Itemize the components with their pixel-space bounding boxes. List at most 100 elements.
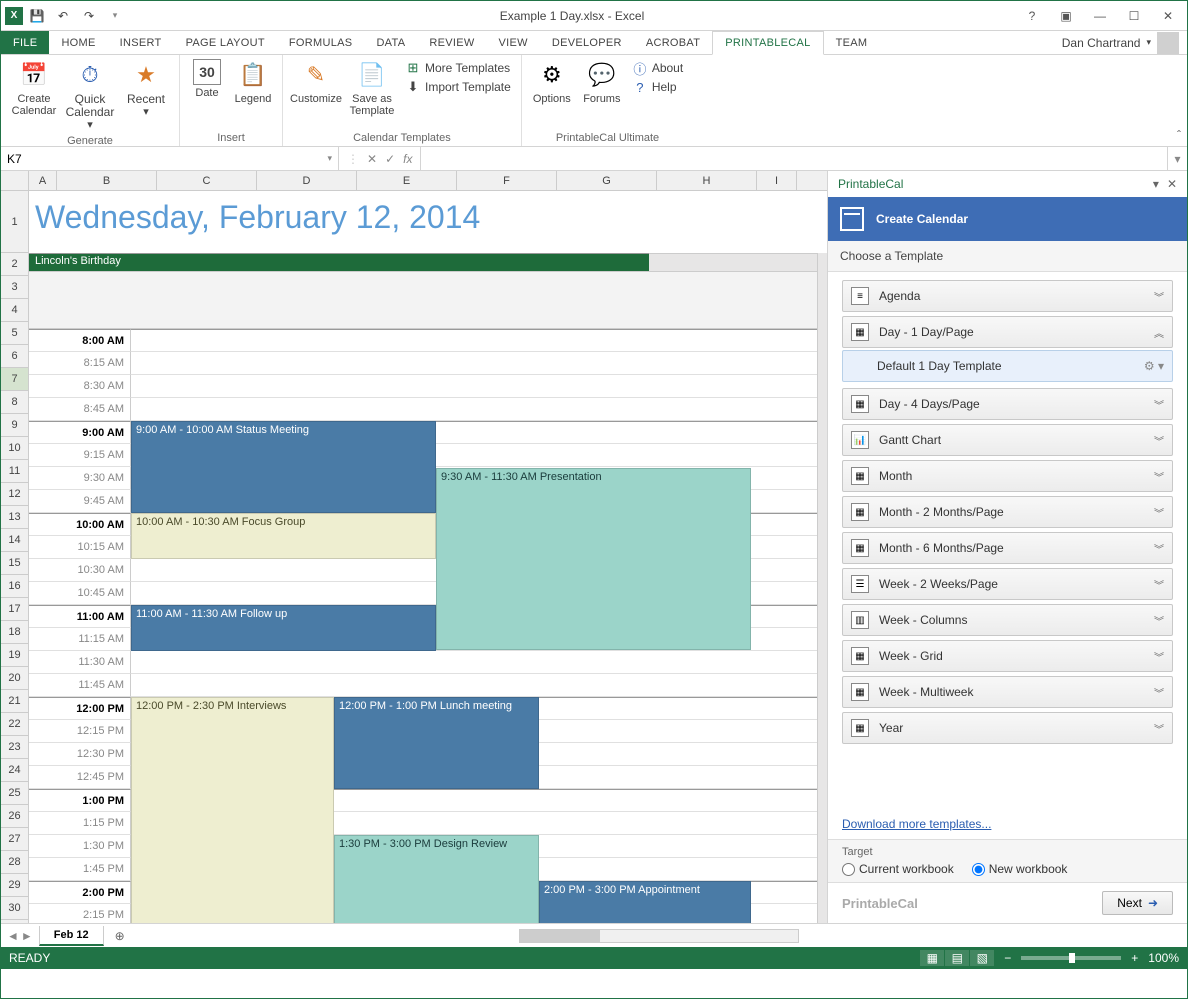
template-item[interactable]: ▥Week - Columns︾: [842, 604, 1173, 636]
grip-icon[interactable]: ⋮: [347, 152, 359, 166]
row-header[interactable]: 31: [1, 920, 28, 923]
tab-data[interactable]: DATA: [364, 31, 417, 54]
calendar-event[interactable]: 10:00 AM - 10:30 AM Focus Group: [131, 513, 436, 559]
row-header[interactable]: 20: [1, 667, 28, 690]
worksheet[interactable]: ABCDEFGHI 123456789101112131415161718192…: [1, 171, 827, 923]
create-calendar-button[interactable]: 📅Create Calendar: [7, 57, 61, 119]
zoom-slider[interactable]: [1021, 956, 1121, 960]
gear-icon[interactable]: ⚙ ▾: [1144, 359, 1164, 373]
target-new-radio[interactable]: New workbook: [972, 862, 1068, 876]
row-header[interactable]: 29: [1, 874, 28, 897]
collapse-ribbon-icon[interactable]: ˆ: [1177, 128, 1181, 142]
tab-insert[interactable]: INSERT: [108, 31, 174, 54]
customize-button[interactable]: ✎Customize: [289, 57, 343, 107]
legend-button[interactable]: 📋Legend: [230, 57, 276, 107]
col-header[interactable]: D: [257, 171, 357, 190]
col-header[interactable]: A: [29, 171, 57, 190]
tab-home[interactable]: HOME: [49, 31, 107, 54]
recent-button[interactable]: ★Recent▾: [119, 57, 173, 120]
template-item[interactable]: ▦Week - Grid︾: [842, 640, 1173, 672]
row-header[interactable]: 26: [1, 805, 28, 828]
save-as-template-button[interactable]: 📄Save as Template: [345, 57, 399, 119]
qat-dropdown-icon[interactable]: ▾: [103, 4, 127, 28]
row-header[interactable]: 30: [1, 897, 28, 920]
download-templates-link[interactable]: Download more templates...: [828, 809, 1187, 839]
row-header[interactable]: 13: [1, 506, 28, 529]
fx-icon[interactable]: fx: [403, 152, 412, 166]
calendar-event[interactable]: 12:00 PM - 2:30 PM Interviews: [131, 697, 334, 923]
next-button[interactable]: Next➜: [1102, 891, 1173, 915]
tab-view[interactable]: VIEW: [487, 31, 540, 54]
calendar-event[interactable]: 9:30 AM - 11:30 AM Presentation: [436, 468, 751, 650]
calendar-event[interactable]: 1:30 PM - 3:00 PM Design Review: [334, 835, 539, 923]
row-header[interactable]: 24: [1, 759, 28, 782]
template-item[interactable]: ▦Week - Multiweek︾: [842, 676, 1173, 708]
row-header[interactable]: 15: [1, 552, 28, 575]
formula-input[interactable]: [421, 147, 1167, 170]
minimize-icon[interactable]: —: [1085, 4, 1115, 28]
pane-close-icon[interactable]: ✕: [1167, 177, 1177, 191]
row-header[interactable]: 10: [1, 437, 28, 460]
row-header[interactable]: 16: [1, 575, 28, 598]
tab-review[interactable]: REVIEW: [417, 31, 486, 54]
ribbon-display-icon[interactable]: ▣: [1051, 4, 1081, 28]
calendar-event[interactable]: 12:00 PM - 1:00 PM Lunch meeting: [334, 697, 539, 789]
horizontal-scrollbar[interactable]: [519, 929, 799, 943]
row-header[interactable]: 27: [1, 828, 28, 851]
page-break-view-icon[interactable]: ▧: [970, 950, 994, 966]
tab-team[interactable]: TEAM: [824, 31, 880, 54]
maximize-icon[interactable]: ☐: [1119, 4, 1149, 28]
col-header[interactable]: I: [757, 171, 797, 190]
tab-acrobat[interactable]: ACROBAT: [634, 31, 712, 54]
zoom-level[interactable]: 100%: [1148, 951, 1179, 965]
name-box[interactable]: ▾: [1, 147, 339, 170]
close-icon[interactable]: ✕: [1153, 4, 1183, 28]
help-icon[interactable]: ?: [1017, 4, 1047, 28]
user-name[interactable]: Dan Chartrand: [1062, 36, 1141, 50]
col-header[interactable]: B: [57, 171, 157, 190]
help-button[interactable]: ?Help: [628, 78, 687, 96]
accept-formula-icon[interactable]: ✓: [385, 152, 395, 166]
template-sub-item[interactable]: Default 1 Day Template⚙ ▾: [842, 350, 1173, 382]
zoom-in-icon[interactable]: +: [1131, 951, 1138, 965]
row-header[interactable]: 28: [1, 851, 28, 874]
row-header[interactable]: 25: [1, 782, 28, 805]
col-header[interactable]: H: [657, 171, 757, 190]
calendar-event[interactable]: 11:00 AM - 11:30 AM Follow up: [131, 605, 436, 651]
tab-printablecal[interactable]: PRINTABLECAL: [712, 31, 823, 55]
template-item[interactable]: ▦Day - 4 Days/Page︾: [842, 388, 1173, 420]
row-header[interactable]: 21: [1, 690, 28, 713]
add-sheet-icon[interactable]: ⊕: [108, 926, 132, 946]
template-item[interactable]: ☰Week - 2 Weeks/Page︾: [842, 568, 1173, 600]
row-header[interactable]: 11: [1, 460, 28, 483]
template-item[interactable]: ▦Month - 6 Months/Page︾: [842, 532, 1173, 564]
row-header[interactable]: 6: [1, 345, 28, 368]
row-header[interactable]: 9: [1, 414, 28, 437]
options-button[interactable]: ⚙Options: [528, 57, 576, 107]
row-header[interactable]: 17: [1, 598, 28, 621]
tab-file[interactable]: FILE: [1, 31, 49, 54]
undo-icon[interactable]: ↶: [51, 4, 75, 28]
col-header[interactable]: C: [157, 171, 257, 190]
col-header[interactable]: E: [357, 171, 457, 190]
save-icon[interactable]: 💾: [25, 4, 49, 28]
row-header[interactable]: 14: [1, 529, 28, 552]
col-header[interactable]: F: [457, 171, 557, 190]
sheet-nav-next-icon[interactable]: ►: [21, 929, 33, 943]
expand-formula-bar-icon[interactable]: ▾: [1167, 147, 1187, 170]
row-header[interactable]: 2: [1, 253, 28, 276]
row-header[interactable]: 7: [1, 368, 28, 391]
row-header[interactable]: 23: [1, 736, 28, 759]
page-layout-view-icon[interactable]: ▤: [945, 950, 969, 966]
quick-calendar-button[interactable]: ⏱Quick Calendar▾: [63, 57, 117, 133]
forums-button[interactable]: 💬Forums: [578, 57, 626, 107]
template-item[interactable]: ≡Agenda︾: [842, 280, 1173, 312]
template-item[interactable]: 📊Gantt Chart︾: [842, 424, 1173, 456]
pane-dropdown-icon[interactable]: ▾: [1153, 177, 1159, 191]
template-item[interactable]: ▦Month︾: [842, 460, 1173, 492]
import-template-button[interactable]: ⬇Import Template: [401, 78, 515, 96]
row-header[interactable]: 4: [1, 299, 28, 322]
user-avatar-icon[interactable]: [1157, 32, 1179, 54]
template-item[interactable]: ▦Year︾: [842, 712, 1173, 744]
tab-developer[interactable]: DEVELOPER: [540, 31, 634, 54]
